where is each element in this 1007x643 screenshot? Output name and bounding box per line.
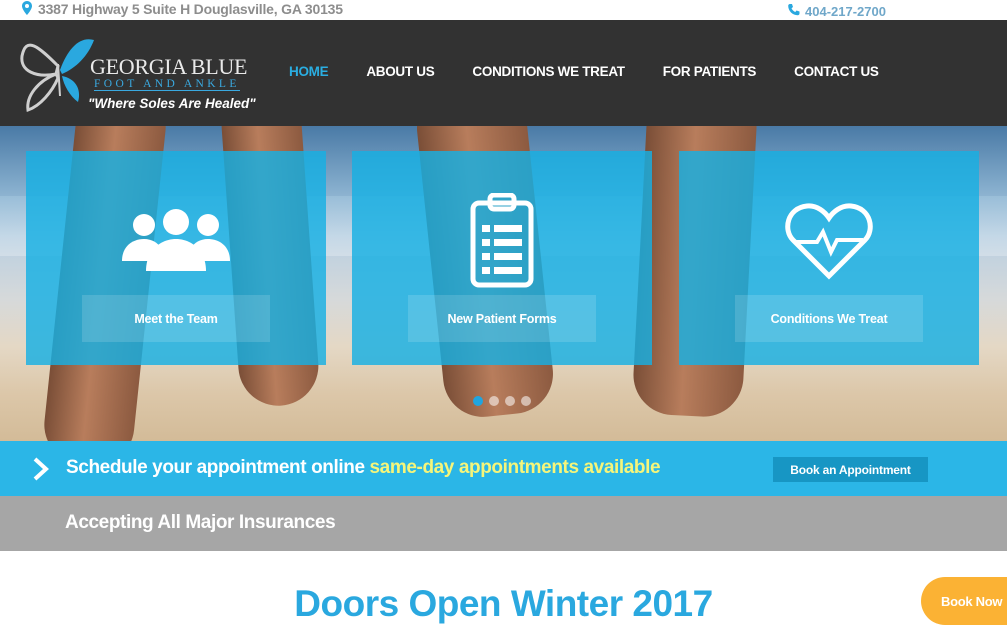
slider-dot-1[interactable] xyxy=(473,396,483,406)
logo-tagline: "Where Soles Are Healed" xyxy=(88,96,256,111)
nav-home[interactable]: HOME xyxy=(289,64,329,82)
phone-link[interactable]: 404-217-2700 xyxy=(787,2,886,20)
meet-the-team-button[interactable]: Meet the Team xyxy=(82,295,270,342)
card-conditions-we-treat[interactable]: Conditions We Treat xyxy=(679,151,979,365)
site-logo[interactable]: GEORGIA BLUE FOOT AND ANKLE "Where Soles… xyxy=(18,26,270,120)
page-headline: Doors Open Winter 2017 xyxy=(294,583,713,624)
nav-about-us[interactable]: ABOUT US xyxy=(366,64,434,82)
site-header: GEORGIA BLUE FOOT AND ANKLE "Where Soles… xyxy=(0,20,1007,126)
butterfly-icon xyxy=(20,39,94,112)
schedule-banner: Schedule your appointment online same-da… xyxy=(0,441,1007,496)
new-patient-forms-button[interactable]: New Patient Forms xyxy=(408,295,596,342)
nav-for-patients[interactable]: FOR PATIENTS xyxy=(663,64,757,82)
slider-dot-3[interactable] xyxy=(505,396,515,406)
card-new-patient-forms[interactable]: New Patient Forms xyxy=(352,151,652,365)
nav-conditions-we-treat[interactable]: CONDITIONS WE TREAT xyxy=(472,64,625,82)
heart-pulse-icon xyxy=(785,203,873,280)
phone-text: 404-217-2700 xyxy=(805,3,886,19)
chevron-right-icon xyxy=(33,457,49,481)
slider-dot-2[interactable] xyxy=(489,396,499,406)
address-text: 3387 Highway 5 Suite H Douglasville, GA … xyxy=(38,1,343,17)
book-now-button[interactable]: Book Now xyxy=(921,577,1007,625)
schedule-main-text: Schedule your appointment online xyxy=(66,457,365,478)
insurance-text: Accepting All Major Insurances xyxy=(65,512,336,533)
main-nav: HOME ABOUT US CONDITIONS WE TREAT FOR PA… xyxy=(289,64,917,82)
people-icon xyxy=(122,209,230,271)
slider-dots xyxy=(473,396,531,406)
clipboard-icon xyxy=(470,193,534,288)
nav-contact-us[interactable]: CONTACT US xyxy=(794,64,879,82)
map-pin-icon xyxy=(22,0,32,18)
card-meet-the-team[interactable]: Meet the Team xyxy=(26,151,326,365)
schedule-highlight-text: same-day appointments available xyxy=(369,457,661,478)
insurance-banner: Accepting All Major Insurances xyxy=(0,496,1007,551)
top-info-bar: 3387 Highway 5 Suite H Douglasville, GA … xyxy=(0,0,1007,20)
logo-line-2: FOOT AND ANKLE xyxy=(94,78,240,91)
hero-slider: Meet the Team New Patient Forms Conditio… xyxy=(0,126,1007,441)
address[interactable]: 3387 Highway 5 Suite H Douglasville, GA … xyxy=(22,0,343,18)
conditions-we-treat-button[interactable]: Conditions We Treat xyxy=(735,295,923,342)
phone-icon xyxy=(787,3,801,20)
schedule-text: Schedule your appointment online same-da… xyxy=(66,457,661,479)
slider-dot-4[interactable] xyxy=(521,396,531,406)
book-appointment-button[interactable]: Book an Appointment xyxy=(773,457,928,482)
logo-line-1: GEORGIA BLUE xyxy=(90,54,248,79)
